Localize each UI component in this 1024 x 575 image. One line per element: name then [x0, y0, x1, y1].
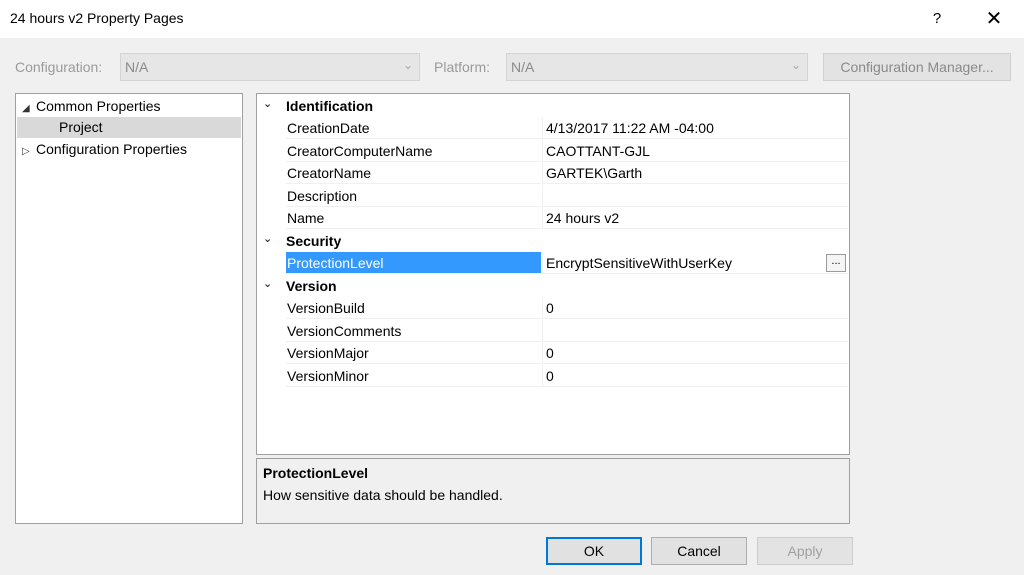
- property-row-protectionlevel[interactable]: ProtectionLevel EncryptSensitiveWithUser…: [257, 252, 849, 274]
- description-title: ProtectionLevel: [263, 465, 369, 481]
- property-row-creatorname[interactable]: CreatorName GARTEK\Garth: [257, 162, 849, 184]
- property-value[interactable]: GARTEK\Garth: [542, 162, 848, 184]
- configuration-manager-button[interactable]: Configuration Manager...: [823, 53, 1011, 81]
- property-value[interactable]: 0: [542, 297, 848, 319]
- property-value-editor[interactable]: EncryptSensitiveWithUserKey I ...: [542, 252, 848, 274]
- collapsed-triangle-icon[interactable]: ▷: [22, 141, 36, 162]
- property-value[interactable]: CAOTTANT-GJL: [542, 140, 848, 162]
- close-button[interactable]: ✕: [974, 4, 1014, 34]
- tree-item-label: Configuration Properties: [36, 141, 187, 157]
- ellipsis-button[interactable]: ...: [826, 254, 846, 272]
- property-name[interactable]: VersionMajor: [286, 342, 541, 364]
- property-name[interactable]: ProtectionLevel: [286, 252, 541, 274]
- category-label: Identification: [286, 98, 374, 114]
- property-name[interactable]: VersionComments: [286, 320, 541, 342]
- property-value[interactable]: 0: [542, 365, 848, 387]
- property-row-versionminor[interactable]: VersionMinor 0: [257, 365, 849, 387]
- help-button[interactable]: ?: [918, 4, 956, 34]
- property-value[interactable]: EncryptSensitiveWithUserKey: [546, 255, 732, 271]
- title-bar: 24 hours v2 Property Pages ? ✕: [0, 0, 1024, 38]
- tree-item-common-properties[interactable]: ◢ Common Properties: [22, 96, 161, 117]
- platform-dropdown[interactable]: N/A ⌄: [506, 53, 808, 81]
- cancel-button[interactable]: Cancel: [651, 537, 747, 565]
- configuration-value: N/A: [125, 59, 149, 75]
- category-label: Security: [286, 233, 342, 249]
- property-name[interactable]: Description: [286, 185, 541, 207]
- category-version[interactable]: ⌄ Version: [257, 275, 849, 297]
- property-name[interactable]: CreatorComputerName: [286, 140, 541, 162]
- category-label: Version: [286, 278, 337, 294]
- description-text: How sensitive data should be handled.: [263, 487, 503, 503]
- property-row-versionmajor[interactable]: VersionMajor 0: [257, 342, 849, 364]
- property-value[interactable]: 0: [542, 342, 848, 364]
- property-name[interactable]: Name: [286, 207, 541, 229]
- property-name[interactable]: CreatorName: [286, 162, 541, 184]
- tree-item-project[interactable]: Project: [17, 117, 241, 138]
- property-row-versioncomments[interactable]: VersionComments: [257, 320, 849, 342]
- property-row-versionbuild[interactable]: VersionBuild 0: [257, 297, 849, 319]
- property-name[interactable]: VersionBuild: [286, 297, 541, 319]
- category-security[interactable]: ⌄ Security: [257, 230, 849, 252]
- configuration-label: Configuration:: [15, 59, 103, 75]
- apply-button[interactable]: Apply: [757, 537, 853, 565]
- category-identification[interactable]: ⌄ Identification: [257, 95, 849, 117]
- chevron-down-icon[interactable]: ⌄: [263, 232, 272, 245]
- property-value[interactable]: [542, 320, 848, 342]
- property-name[interactable]: CreationDate: [286, 117, 541, 139]
- configuration-dropdown[interactable]: N/A ⌄: [120, 53, 420, 81]
- platform-value: N/A: [511, 59, 535, 75]
- property-value[interactable]: 24 hours v2: [542, 207, 848, 229]
- property-row-name[interactable]: Name 24 hours v2: [257, 207, 849, 229]
- tree-item-label: Common Properties: [36, 98, 161, 114]
- property-value[interactable]: 4/13/2017 11:22 AM -04:00: [542, 117, 848, 139]
- chevron-down-icon[interactable]: ⌄: [263, 277, 272, 290]
- tree-item-label: Project: [59, 119, 103, 135]
- property-grid: ⌄ Identification CreationDate 4/13/2017 …: [256, 93, 850, 455]
- tree-item-configuration-properties[interactable]: ▷ Configuration Properties: [22, 139, 187, 160]
- property-name[interactable]: VersionMinor: [286, 365, 541, 387]
- ok-button[interactable]: OK: [546, 537, 642, 565]
- property-row-description[interactable]: Description: [257, 185, 849, 207]
- property-row-creationdate[interactable]: CreationDate 4/13/2017 11:22 AM -04:00: [257, 117, 849, 139]
- property-row-creatorcomputername[interactable]: CreatorComputerName CAOTTANT-GJL: [257, 140, 849, 162]
- chevron-down-icon: ⌄: [402, 58, 413, 72]
- property-value[interactable]: [542, 185, 848, 207]
- platform-label: Platform:: [434, 59, 491, 75]
- chevron-down-icon: ⌄: [790, 58, 801, 72]
- property-tree: ◢ Common Properties Project ▷ Configuratio…: [15, 93, 243, 524]
- chevron-down-icon[interactable]: ⌄: [263, 97, 272, 110]
- expanded-triangle-icon[interactable]: ◢: [22, 98, 36, 119]
- window-title: 24 hours v2 Property Pages: [10, 10, 184, 26]
- description-panel: ProtectionLevel How sensitive data shoul…: [256, 458, 850, 524]
